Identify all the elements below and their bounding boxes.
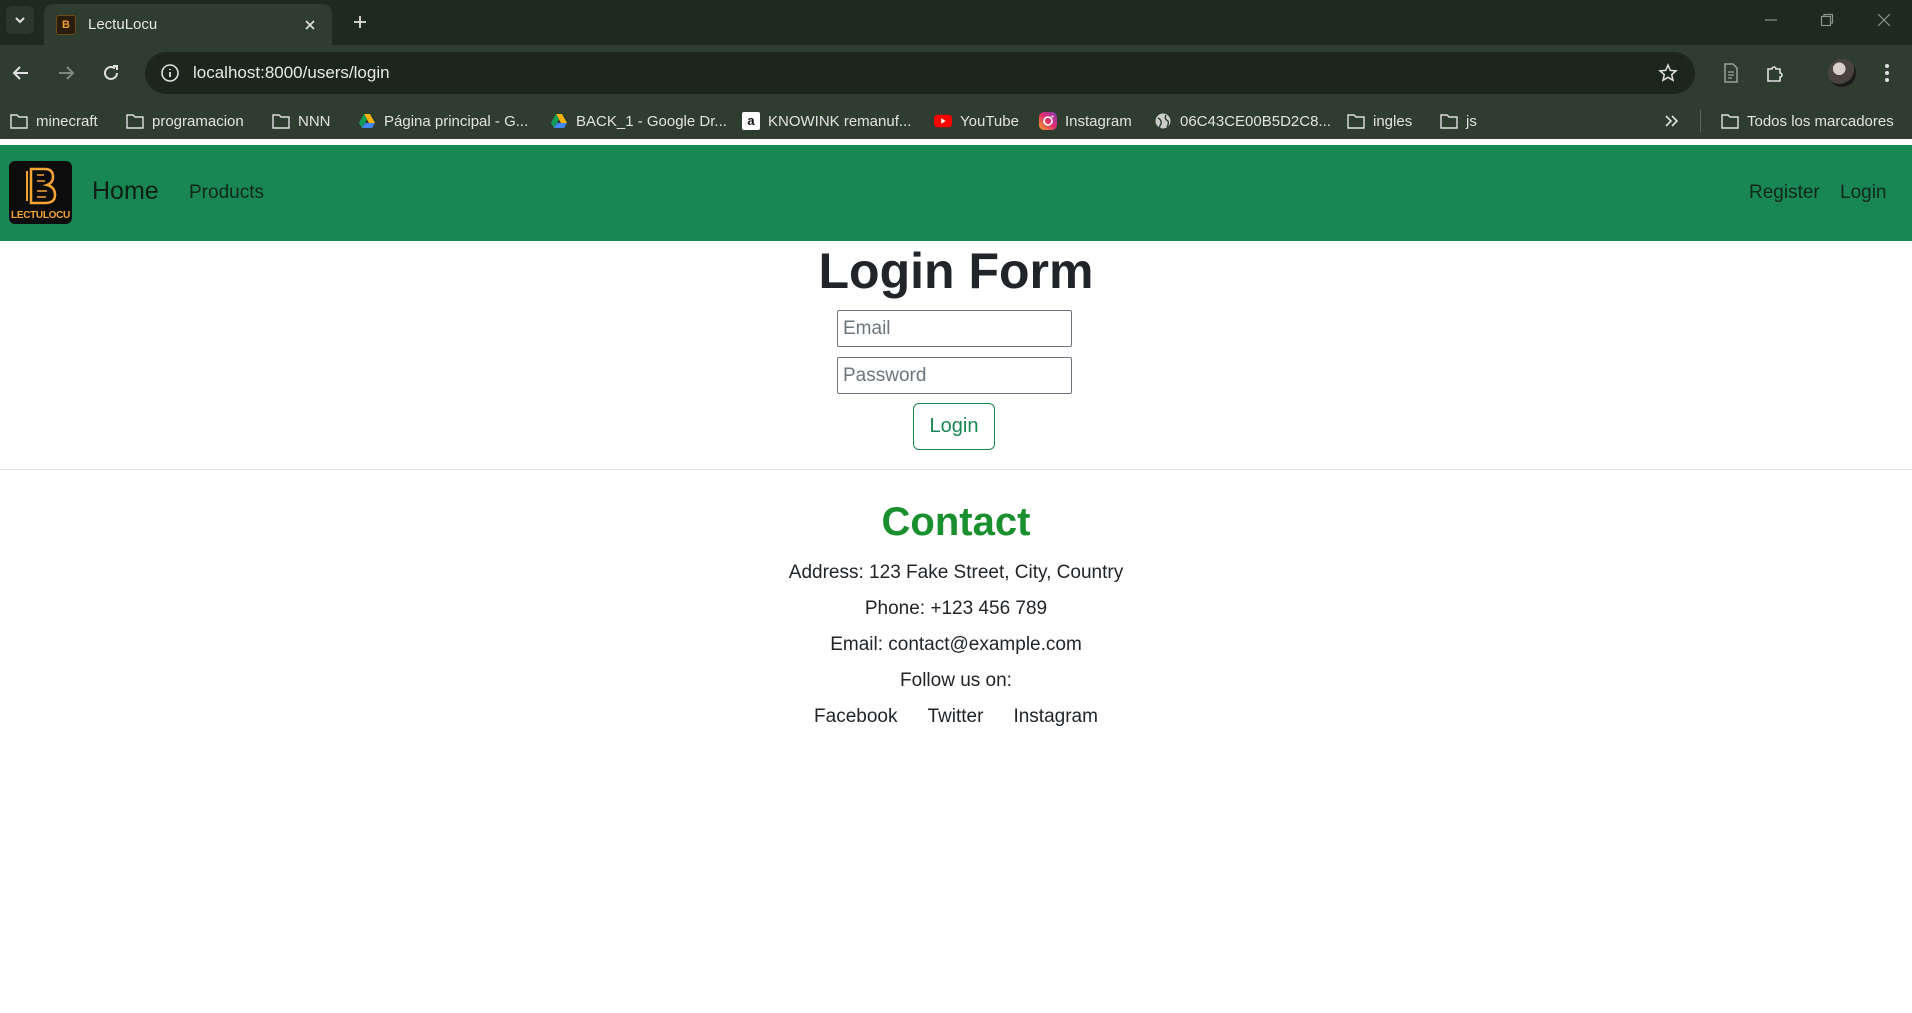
new-tab-button[interactable] — [346, 8, 374, 36]
google-drive-icon — [550, 112, 568, 130]
close-tab-button[interactable] — [300, 15, 320, 35]
bookmark-pagina-principal[interactable]: Página principal - G... — [358, 110, 528, 132]
folder-icon — [1721, 112, 1739, 130]
bookmark-label: Todos los marcadores — [1747, 112, 1894, 130]
more-bookmarks-button[interactable] — [1664, 110, 1680, 132]
bookmark-label: ingles — [1373, 112, 1413, 130]
nav-login-link[interactable]: Login — [1840, 182, 1887, 204]
url-text[interactable]: localhost:8000/users/login — [193, 63, 1647, 83]
more-vertical-icon — [1885, 64, 1889, 82]
bookmark-star-button[interactable] — [1647, 52, 1689, 94]
book-logo-icon — [26, 167, 57, 205]
amazon-icon: a — [742, 112, 760, 130]
instagram-icon — [1039, 112, 1057, 130]
browser-tab[interactable]: B LectuLocu — [44, 4, 332, 45]
bookmark-label: KNOWINK remanuf... — [768, 112, 912, 130]
folder-icon — [1347, 112, 1365, 130]
chevron-double-right-icon — [1665, 115, 1679, 127]
bookmark-label: 06C43CE00B5D2C8... — [1180, 112, 1331, 130]
forward-button[interactable] — [51, 58, 81, 88]
bookmark-label: Página principal - G... — [384, 112, 529, 130]
bookmark-label: BACK_1 - Google Dr... — [576, 112, 727, 130]
bookmark-06c43[interactable]: 06C43CE00B5D2C8... — [1154, 110, 1331, 132]
contact-title: Contact — [881, 500, 1031, 544]
restore-icon — [1820, 13, 1834, 27]
document-icon — [1724, 63, 1738, 83]
info-icon — [161, 64, 179, 82]
reload-button[interactable] — [96, 58, 126, 88]
bookmark-instagram[interactable]: Instagram — [1039, 110, 1132, 132]
folder-icon — [126, 112, 144, 130]
arrow-left-icon — [12, 66, 28, 80]
login-submit-button[interactable]: Login — [913, 403, 995, 450]
contact-email: Email: contact@example.com — [830, 634, 1082, 655]
restore-button[interactable] — [1803, 6, 1851, 34]
bookmark-label: Instagram — [1065, 112, 1132, 130]
contact-address: Address: 123 Fake Street, City, Country — [788, 562, 1124, 583]
bookmark-youtube[interactable]: YouTube — [934, 110, 1019, 132]
bookmark-minecraft[interactable]: minecraft — [10, 110, 98, 132]
globe-icon — [1154, 112, 1172, 130]
site-info-button[interactable] — [149, 52, 191, 94]
facebook-link[interactable]: Facebook — [814, 706, 897, 728]
bookmark-ingles[interactable]: ingles — [1347, 110, 1412, 132]
profile-avatar[interactable] — [1828, 59, 1856, 87]
plus-icon — [354, 16, 366, 28]
google-drive-icon — [358, 112, 376, 130]
instagram-link[interactable]: Instagram — [1013, 706, 1097, 728]
puzzle-icon — [1767, 66, 1783, 82]
reading-mode-button[interactable] — [1716, 58, 1746, 88]
section-divider — [0, 469, 1912, 470]
bookmark-label: programacion — [152, 112, 244, 130]
password-input[interactable] — [837, 357, 1072, 394]
browser-toolbar: localhost:8000/users/login — [0, 45, 1912, 101]
folder-icon — [10, 112, 28, 130]
bookmark-label: js — [1466, 112, 1477, 130]
extensions-button[interactable] — [1760, 58, 1790, 88]
bookmarks-separator — [1700, 110, 1701, 132]
nav-products-link[interactable]: Products — [189, 182, 264, 204]
follow-us-label: Follow us on: — [900, 670, 1012, 691]
twitter-link[interactable]: Twitter — [928, 706, 984, 728]
back-button[interactable] — [6, 58, 36, 88]
site-logo[interactable]: LECTULOCU — [9, 161, 72, 224]
page-title: Login Form — [818, 243, 1094, 299]
nav-register-link[interactable]: Register — [1749, 182, 1820, 204]
close-window-button[interactable] — [1860, 6, 1908, 34]
minimize-button[interactable] — [1747, 6, 1795, 34]
svg-text:a: a — [747, 113, 755, 128]
email-input[interactable] — [837, 310, 1072, 347]
bookmark-knowink[interactable]: a KNOWINK remanuf... — [742, 110, 911, 132]
bookmark-label: minecraft — [36, 112, 98, 130]
nav-home-link[interactable]: Home — [92, 177, 159, 206]
bookmark-back1[interactable]: BACK_1 - Google Dr... — [550, 110, 727, 132]
youtube-icon — [934, 112, 952, 130]
chevron-down-icon — [15, 17, 25, 24]
bookmark-js[interactable]: js — [1440, 110, 1477, 132]
close-icon — [305, 19, 315, 30]
site-favicon-icon: B — [56, 14, 76, 35]
site-navbar: LECTULOCU Home Products Register Login — [0, 145, 1912, 241]
bookmark-label: NNN — [298, 112, 331, 130]
tab-search-button[interactable] — [6, 6, 34, 34]
minimize-icon — [1765, 19, 1777, 21]
close-icon — [1877, 13, 1891, 27]
bookmark-nnn[interactable]: NNN — [272, 110, 331, 132]
contact-phone: Phone: +123 456 789 — [864, 598, 1048, 619]
browser-menu-button[interactable] — [1872, 58, 1902, 88]
tab-title: LectuLocu — [88, 16, 158, 33]
star-icon — [1658, 63, 1678, 82]
bookmark-programacion[interactable]: programacion — [126, 110, 244, 132]
tab-strip: B LectuLocu — [0, 0, 1912, 45]
folder-icon — [272, 112, 290, 130]
reload-icon — [104, 65, 118, 80]
all-bookmarks-button[interactable]: Todos los marcadores — [1721, 110, 1894, 132]
address-bar[interactable]: localhost:8000/users/login — [145, 52, 1695, 94]
arrow-right-icon — [59, 66, 75, 80]
bookmarks-bar: minecraft programacion NNN Página princi… — [0, 101, 1912, 139]
social-links: Facebook Twitter Instagram — [0, 706, 1912, 728]
logo-text: LECTULOCU — [11, 210, 70, 221]
bookmark-label: YouTube — [960, 112, 1019, 130]
folder-icon — [1440, 112, 1458, 130]
